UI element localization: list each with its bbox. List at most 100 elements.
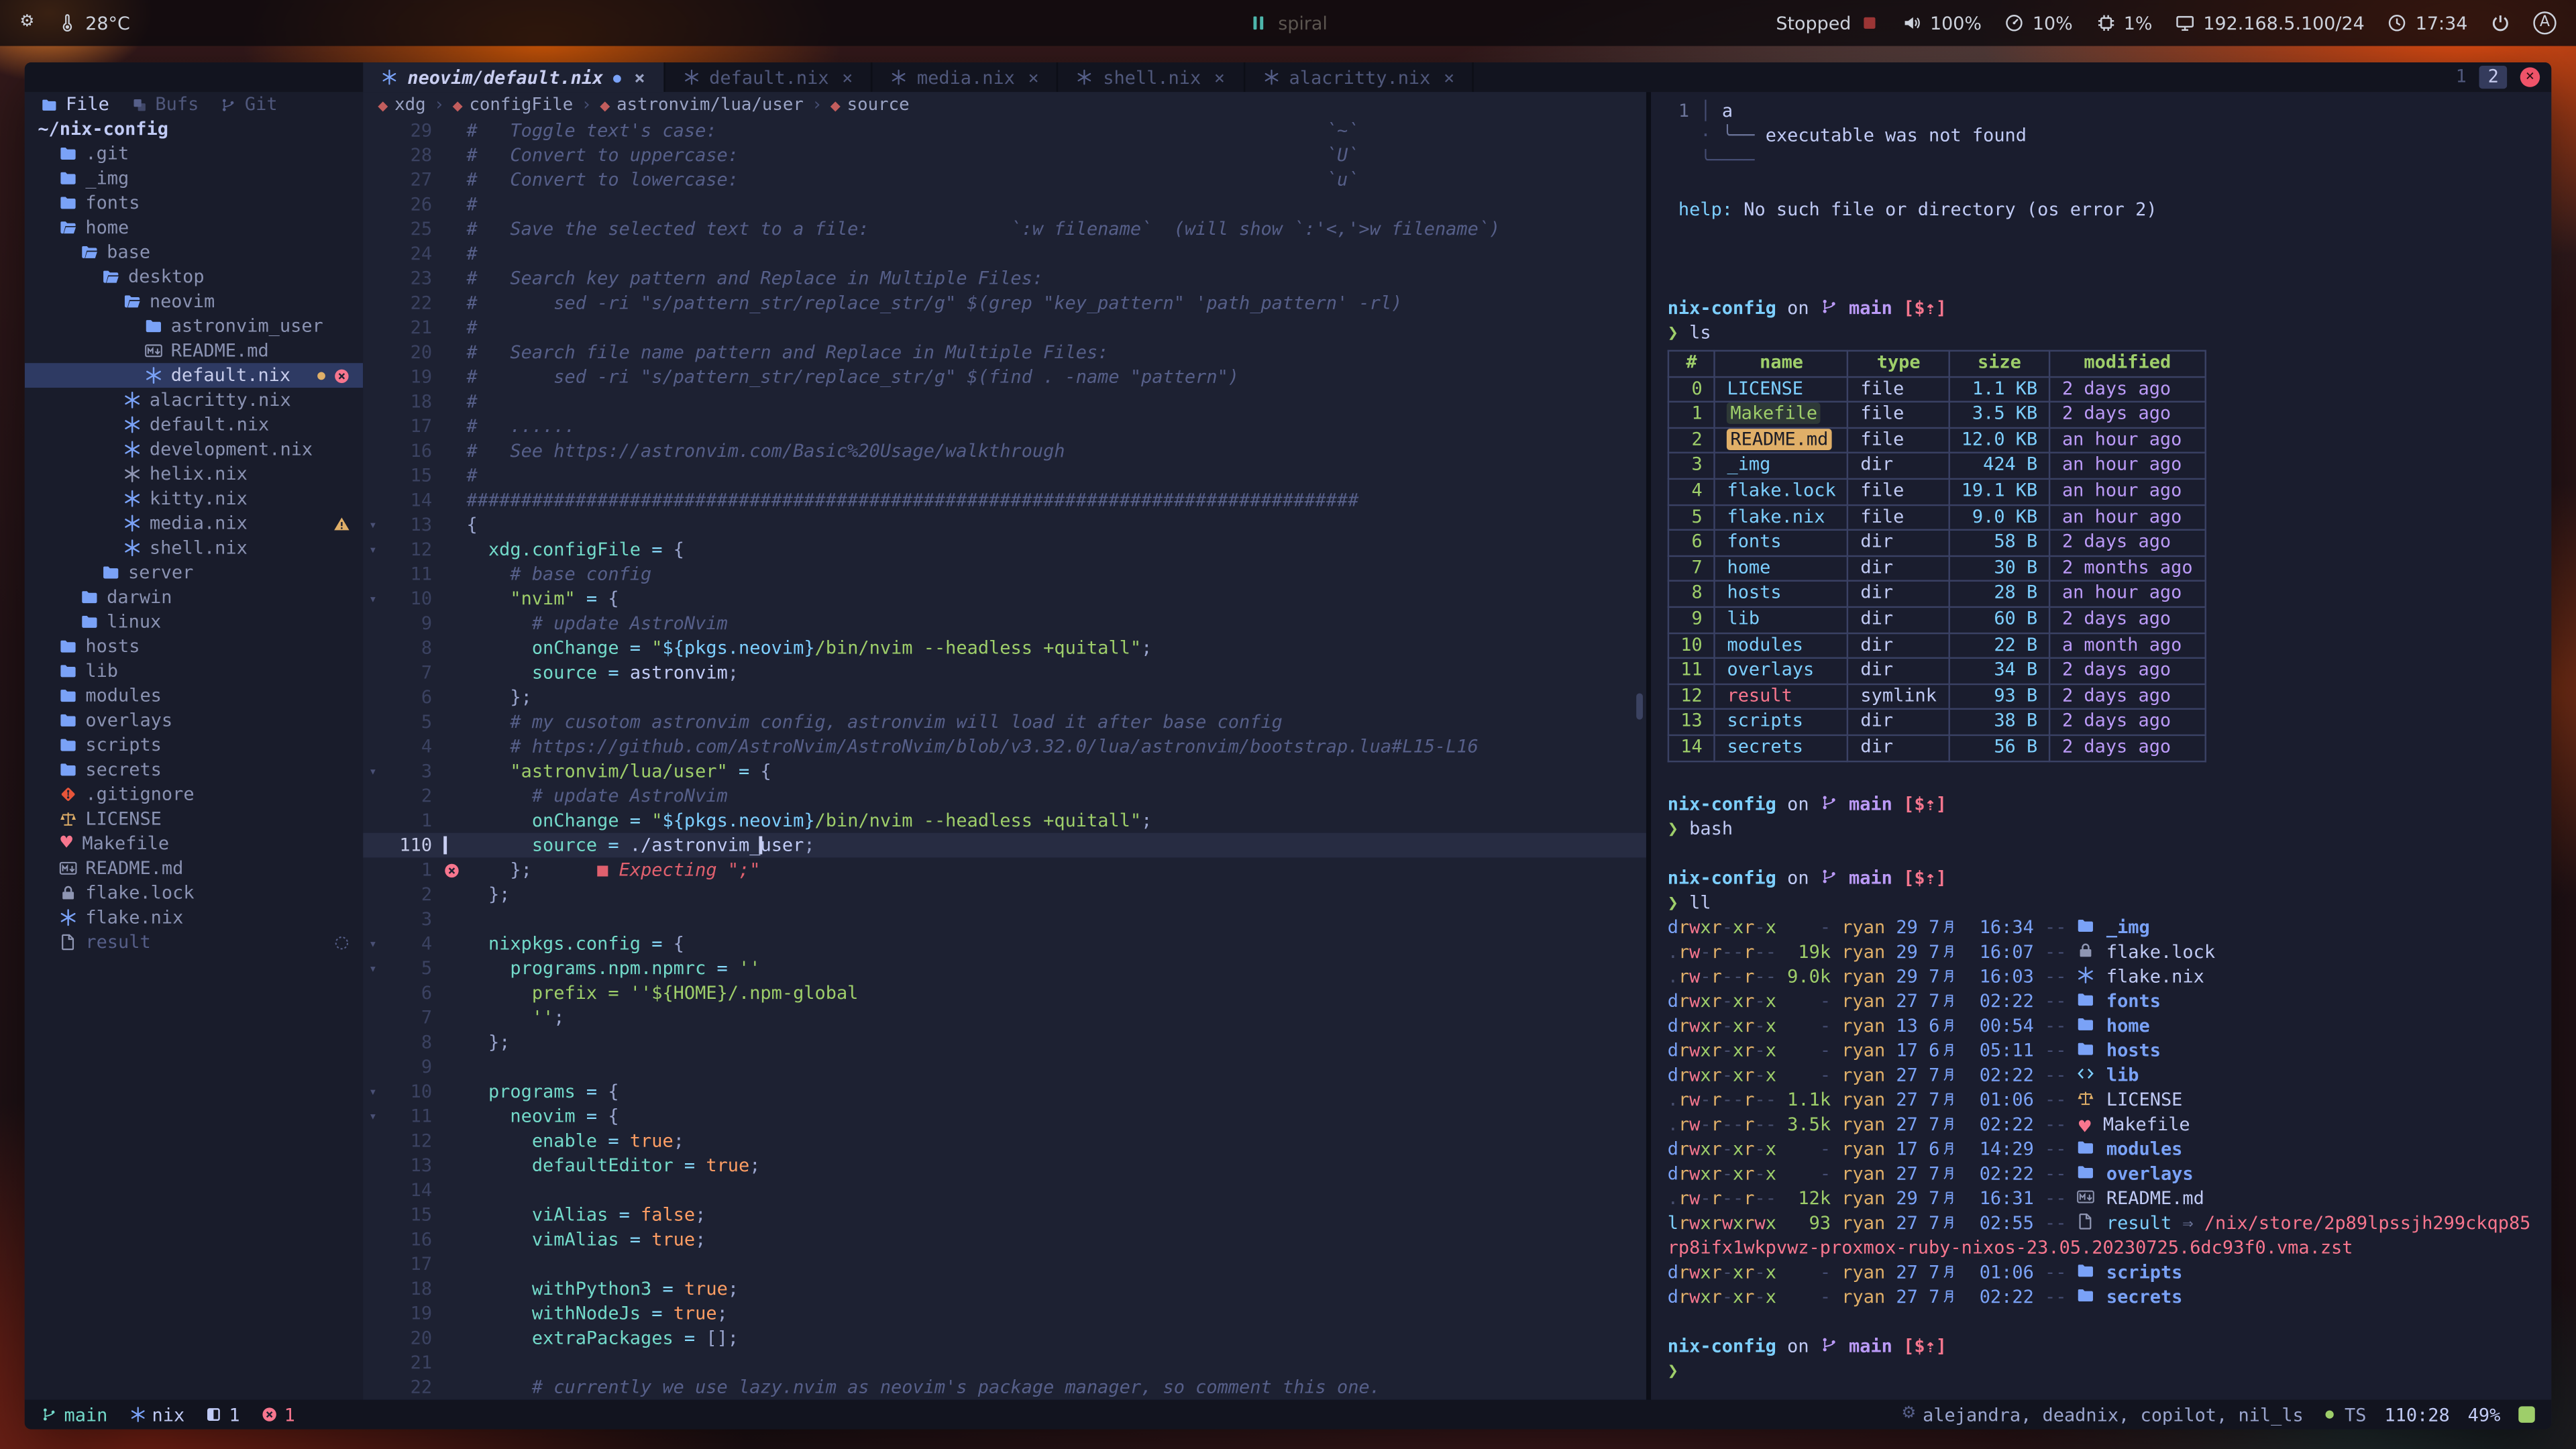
tree-item-development.nix[interactable]: development.nix (25, 437, 363, 462)
tree-item-alacritty.nix[interactable]: alacritty.nix (25, 388, 363, 413)
tree-item-flake.nix[interactable]: flake.nix (25, 905, 363, 930)
tree-item-label: media.nix (150, 513, 248, 534)
breadcrumb-item-configFile[interactable]: ◆configFile (453, 95, 574, 115)
tree-item-lib[interactable]: lib (25, 659, 363, 684)
terminal-line: drwxr-xr-x - ryan 27 7 01:06 -- scripts (1668, 1259, 2552, 1284)
statusline-left: mainnix11 (41, 1404, 295, 1426)
buffer-tab-media.nix[interactable]: media.nix× (873, 62, 1059, 92)
folder-icon (80, 612, 99, 631)
tree-item-darwin[interactable]: darwin (25, 585, 363, 610)
md-icon (59, 859, 77, 877)
tree-item-fonts[interactable]: fonts (25, 191, 363, 215)
file-icon (59, 933, 77, 951)
bufs-icon (131, 96, 147, 112)
tree-item-kitty.nix[interactable]: kitty.nix (25, 486, 363, 511)
code-line: 13 defaultEditor = true; (363, 1153, 1646, 1178)
keyboard-layout-indicator[interactable]: A (2533, 11, 2556, 34)
power-button[interactable] (2491, 13, 2510, 33)
gear-icon[interactable]: ⚙ (19, 15, 34, 31)
topbar: ⚙ 28°C spiral Stopped 100% 10% (0, 0, 2576, 46)
tree-item-README.md[interactable]: README.md (25, 856, 363, 881)
tree-item-overlays[interactable]: overlays (25, 708, 363, 733)
sidebar-tab-Bufs[interactable]: Bufs (131, 94, 199, 115)
code-pane[interactable]: ◆xdg›◆configFile›◆astronvim/lua/user›◆so… (363, 92, 1646, 1399)
tree-item-modules[interactable]: modules (25, 684, 363, 708)
code-line: 5 # my cusotom astronvim config, astronv… (363, 710, 1646, 735)
tree-item-_img[interactable]: _img (25, 166, 363, 191)
tree-root[interactable]: ~/nix-config (25, 117, 363, 142)
tab-close-icon[interactable]: × (1214, 66, 1225, 88)
topbar-clock[interactable]: 17:34 (2387, 12, 2467, 34)
tree-item-.git[interactable]: .git (25, 142, 363, 166)
file-tree: .git_imgfontshomebasedesktopneovimastron… (25, 142, 363, 1400)
tab-close-icon[interactable]: × (634, 66, 645, 88)
tab-close-icon[interactable]: × (1444, 66, 1454, 88)
tree-item-astronvim_user[interactable]: astronvim_user (25, 314, 363, 339)
topbar-network[interactable]: 192.168.5.100/24 (2176, 12, 2365, 34)
ls-table-header: # (1668, 351, 1715, 376)
sidebar-tab-File[interactable]: File (41, 94, 109, 115)
tree-item-.gitignore[interactable]: .gitignore (25, 782, 363, 807)
gear-icon: ⚙ (1901, 1406, 1916, 1422)
tree-item-result[interactable]: result (25, 930, 363, 955)
tree-item-base[interactable]: base (25, 240, 363, 265)
code-line: 19# sed -ri "s/pattern_str/replace_str/g… (363, 365, 1646, 390)
sidebar-tab-Git[interactable]: Git (220, 94, 277, 115)
terminal-pane[interactable]: 1 │ a · ╰── executable was not found ╰──… (1651, 92, 2551, 1399)
breadcrumb-item-astronvim/lua/user[interactable]: ◆astronvim/lua/user (600, 95, 804, 115)
tree-item-secrets[interactable]: secrets (25, 757, 363, 782)
topbar-disk-usage[interactable]: 10% (2004, 12, 2073, 34)
tree-item-Makefile[interactable]: ♥Makefile (25, 831, 363, 856)
code-editor[interactable]: 29# Toggle text's case: `~`28# Convert t… (363, 118, 1646, 1399)
tree-item-linux[interactable]: linux (25, 610, 363, 635)
topbar-cpu-usage[interactable]: 1% (2096, 12, 2152, 34)
tabpage-2[interactable]: 2 (2479, 66, 2507, 89)
tree-item-label: astronvim_user (171, 315, 323, 337)
breadcrumb-item-source[interactable]: ◆source (830, 95, 910, 115)
tree-item-neovim[interactable]: neovim (25, 289, 363, 314)
speaker-icon (1902, 13, 1921, 33)
tab-close-icon[interactable]: × (1028, 66, 1038, 88)
tree-item-scripts[interactable]: scripts (25, 733, 363, 757)
code-line: 4 # https://github.com/AstroNvim/AstroNv… (363, 735, 1646, 759)
buffer-tab-alacritty.nix[interactable]: alacritty.nix× (1244, 62, 1474, 92)
topbar-media-player[interactable]: spiral (1248, 12, 1328, 34)
breadcrumb-item-xdg[interactable]: ◆xdg (378, 95, 425, 115)
code-line: 28# Convert to uppercase: `U` (363, 143, 1646, 168)
tree-item-flake.lock[interactable]: flake.lock (25, 881, 363, 906)
symbol-kind-icon: ◆ (600, 98, 610, 113)
folder-icon (80, 588, 99, 606)
topbar-recording-status[interactable]: Stopped (1776, 12, 1879, 34)
tree-item-media.nix[interactable]: media.nix (25, 511, 363, 536)
buffer-tab-neovim/default.nix[interactable]: neovim/default.nix●× (363, 62, 665, 92)
tree-item-home[interactable]: home (25, 215, 363, 240)
tab-close-icon[interactable]: × (842, 66, 853, 88)
terminal-line: nix-config on main [$⇡] (1668, 1333, 2552, 1358)
folder-icon (102, 564, 120, 582)
tabpage-1[interactable]: 1 (2447, 66, 2475, 89)
statusline-scroll-percentage: 49% (2468, 1404, 2501, 1426)
scrollbar-thumb[interactable] (1636, 694, 1643, 720)
tree-item-hosts[interactable]: hosts (25, 634, 363, 659)
nix-icon (145, 366, 163, 384)
topbar-volume[interactable]: 100% (1902, 12, 1982, 34)
tree-item-README.md[interactable]: README.md (25, 338, 363, 363)
buffer-tab-label: neovim/default.nix (407, 66, 603, 88)
tree-item-default.nix[interactable]: default.nix (25, 413, 363, 437)
branch-icon (41, 1406, 57, 1422)
folder-icon (2078, 1285, 2096, 1303)
tree-item-label: flake.nix (85, 907, 183, 928)
tree-item-helix.nix[interactable]: helix.nix (25, 462, 363, 486)
buffer-tab-shell.nix[interactable]: shell.nix× (1059, 62, 1244, 92)
tree-item-LICENSE[interactable]: LICENSE (25, 806, 363, 831)
tree-item-desktop[interactable]: desktop (25, 264, 363, 289)
tree-item-shell.nix[interactable]: shell.nix (25, 535, 363, 560)
tree-item-server[interactable]: server (25, 560, 363, 585)
buffer-tab-default.nix[interactable]: default.nix× (665, 62, 873, 92)
desktop: ⚙ 28°C spiral Stopped 100% 10% (0, 0, 2576, 1449)
terminal-line (1668, 222, 2552, 247)
code-line: 17 (363, 1252, 1646, 1277)
pane-separator[interactable] (1646, 92, 1651, 1399)
tree-item-default.nix[interactable]: default.nix● (25, 363, 363, 388)
window-close-button[interactable]: × (2520, 67, 2540, 87)
